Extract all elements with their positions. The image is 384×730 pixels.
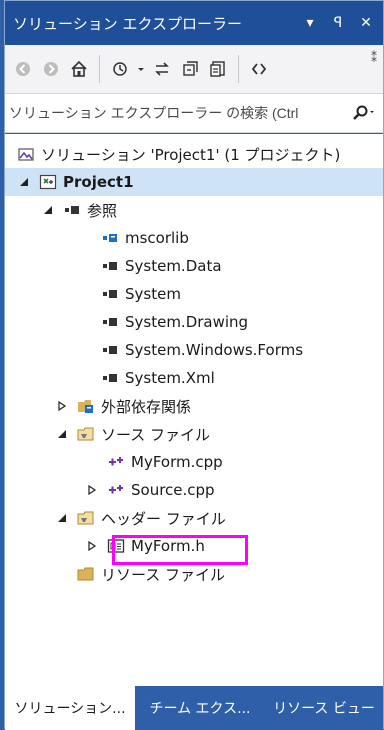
project-icon xyxy=(39,173,57,191)
home-icon[interactable] xyxy=(66,55,92,83)
tree-item-header-files[interactable]: ヘッダー ファイル xyxy=(5,504,383,532)
expand-arrow-icon[interactable] xyxy=(55,427,69,441)
search-input[interactable] xyxy=(5,94,343,132)
search-icon[interactable] xyxy=(343,104,383,122)
tree-item-label: 参照 xyxy=(87,201,118,220)
tree-item-label: mscorlib xyxy=(125,229,189,247)
tree-item-reference[interactable]: System.Windows.Forms xyxy=(5,336,383,364)
tab-resource-view[interactable]: リソース ビュー xyxy=(265,686,383,730)
collapse-arrow-icon[interactable] xyxy=(85,539,99,553)
collapse-all-icon[interactable] xyxy=(177,55,203,83)
assembly-icon xyxy=(101,341,119,359)
toolbar-separator xyxy=(238,55,239,83)
tree-item-label: ソリューション 'Project1' (1 プロジェクト) xyxy=(41,145,341,164)
tree-item-label: System.Xml xyxy=(125,369,215,387)
external-deps-icon xyxy=(77,397,95,415)
expand-arrow-icon[interactable] xyxy=(55,511,69,525)
solution-explorer-panel: ソリューション エクスプローラー ▾ ꟼ ✕ ⁑ ソリューション エクスプローラ… xyxy=(4,0,384,730)
tree-item-label: System.Data xyxy=(125,257,222,275)
code-view-icon[interactable] xyxy=(246,55,272,83)
pending-changes-icon[interactable] xyxy=(107,55,133,83)
search-box xyxy=(5,93,383,133)
assembly-blue-icon xyxy=(101,229,119,247)
filter-folder-icon xyxy=(77,509,95,527)
folder-icon xyxy=(77,565,95,583)
tree-item-header-file[interactable]: MyForm.h xyxy=(5,532,383,560)
tab-solution-explorer[interactable]: ソリューション... xyxy=(5,686,135,730)
tree-item-solution[interactable]: ソリューション 'Project1' (1 プロジェクト) xyxy=(5,140,383,168)
tree-item-label: ソース ファイル xyxy=(101,425,211,444)
chevron-down-icon[interactable] xyxy=(135,55,147,83)
tree-item-label: System xyxy=(125,285,181,303)
toolbar-overflow-icon[interactable]: ⁑ xyxy=(371,51,377,65)
show-all-files-icon[interactable] xyxy=(205,55,231,83)
panel-titlebar: ソリューション エクスプローラー ▾ ꟼ ✕ xyxy=(5,1,383,45)
tree-item-label: Project1 xyxy=(63,173,134,191)
toolbar-separator xyxy=(99,55,100,83)
expand-arrow-icon[interactable] xyxy=(17,175,31,189)
expand-arrow-icon[interactable] xyxy=(41,203,55,217)
tree-item-label: MyForm.h xyxy=(131,537,205,555)
tree-item-label: System.Windows.Forms xyxy=(125,341,304,359)
solution-tree: ソリューション 'Project1' (1 プロジェクト) Project1 参… xyxy=(5,134,383,686)
collapse-arrow-icon[interactable] xyxy=(85,483,99,497)
tree-item-reference[interactable]: System.Xml xyxy=(5,364,383,392)
tree-item-reference[interactable]: System.Drawing xyxy=(5,308,383,336)
cpp-file-icon xyxy=(107,453,125,471)
pin-icon[interactable]: ꟼ xyxy=(327,12,349,34)
cpp-file-icon xyxy=(107,481,125,499)
tree-item-label: System.Drawing xyxy=(125,313,249,331)
tree-item-label: Source.cpp xyxy=(131,481,215,499)
tree-item-reference[interactable]: System.Data xyxy=(5,252,383,280)
forward-icon[interactable] xyxy=(38,55,64,83)
assembly-icon xyxy=(101,313,119,331)
tree-item-label: 外部依存関係 xyxy=(101,397,192,416)
tree-item-source-files[interactable]: ソース ファイル xyxy=(5,420,383,448)
back-icon[interactable] xyxy=(10,55,36,83)
tab-team-explorer[interactable]: チーム エクス... xyxy=(135,686,265,730)
tree-item-references[interactable]: 参照 xyxy=(5,196,383,224)
tree-item-label: MyForm.cpp xyxy=(131,453,223,471)
panel-title: ソリューション エクスプローラー xyxy=(13,14,243,33)
filter-folder-icon xyxy=(77,425,95,443)
references-icon xyxy=(63,201,81,219)
panel-toolbar: ⁑ xyxy=(5,45,383,93)
tree-item-reference[interactable]: mscorlib xyxy=(5,224,383,252)
tree-item-source-file[interactable]: MyForm.cpp xyxy=(5,448,383,476)
assembly-icon xyxy=(101,369,119,387)
bottom-tabs: ソリューション... チーム エクス... リソース ビュー xyxy=(5,686,383,730)
tree-item-source-file[interactable]: Source.cpp xyxy=(5,476,383,504)
dropdown-icon[interactable]: ▾ xyxy=(299,12,321,34)
tree-item-reference[interactable]: System xyxy=(5,280,383,308)
tree-item-label: リソース ファイル xyxy=(101,565,226,584)
tree-item-label: ヘッダー ファイル xyxy=(101,509,226,528)
form-file-icon xyxy=(107,537,125,555)
assembly-icon xyxy=(101,285,119,303)
tree-item-resource-files[interactable]: リソース ファイル xyxy=(5,560,383,588)
assembly-icon xyxy=(101,257,119,275)
close-icon[interactable]: ✕ xyxy=(355,12,377,34)
solution-icon xyxy=(17,145,35,163)
tree-item-project[interactable]: Project1 xyxy=(5,168,383,196)
collapse-arrow-icon[interactable] xyxy=(55,399,69,413)
sync-icon[interactable] xyxy=(149,55,175,83)
tree-item-external-deps[interactable]: 外部依存関係 xyxy=(5,392,383,420)
